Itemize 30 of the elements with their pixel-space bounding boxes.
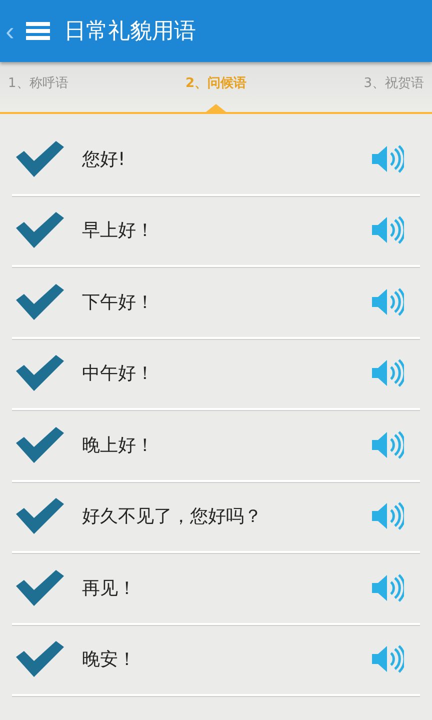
speaker-icon[interactable] (370, 572, 404, 603)
menu-icon[interactable] (26, 22, 50, 40)
checkmark-icon[interactable] (16, 355, 64, 392)
screen-title: 日常礼貌用语 (64, 18, 196, 46)
checkmark-icon[interactable] (16, 498, 64, 534)
speaker-icon[interactable] (370, 215, 404, 246)
checkmark-icon[interactable] (16, 140, 64, 177)
tab[interactable]: 2、问候语 (183, 70, 249, 112)
checkmark-icon[interactable] (16, 426, 64, 463)
checkmark-icon[interactable] (16, 570, 64, 606)
tab[interactable]: 1、称呼语 (6, 70, 70, 112)
speaker-icon[interactable] (370, 644, 404, 674)
checkmark-icon[interactable] (16, 284, 64, 320)
phrase-text: 晚安！ (82, 648, 137, 672)
phrase-text: 晚上好！ (82, 434, 155, 457)
phrase-text: 早上好！ (82, 219, 155, 242)
speaker-icon[interactable] (370, 358, 404, 388)
phrase-text: 再见！ (82, 576, 137, 600)
tab[interactable]: 3、祝贺语 (362, 70, 426, 112)
speaker-icon[interactable] (370, 501, 404, 532)
phrase-text: 好久不见了，您好吗？ (82, 505, 263, 528)
checkmark-icon[interactable] (16, 212, 64, 248)
speaker-icon[interactable] (370, 430, 404, 460)
speaker-icon[interactable] (370, 144, 404, 174)
back-button[interactable]: ‹ (4, 18, 16, 44)
phrase-text: 中午好！ (82, 362, 155, 386)
phrase-text: 下午好！ (82, 290, 155, 314)
speaker-icon[interactable] (370, 286, 404, 317)
checkmark-icon[interactable] (16, 641, 64, 678)
phrase-text: 您好! (82, 148, 126, 171)
